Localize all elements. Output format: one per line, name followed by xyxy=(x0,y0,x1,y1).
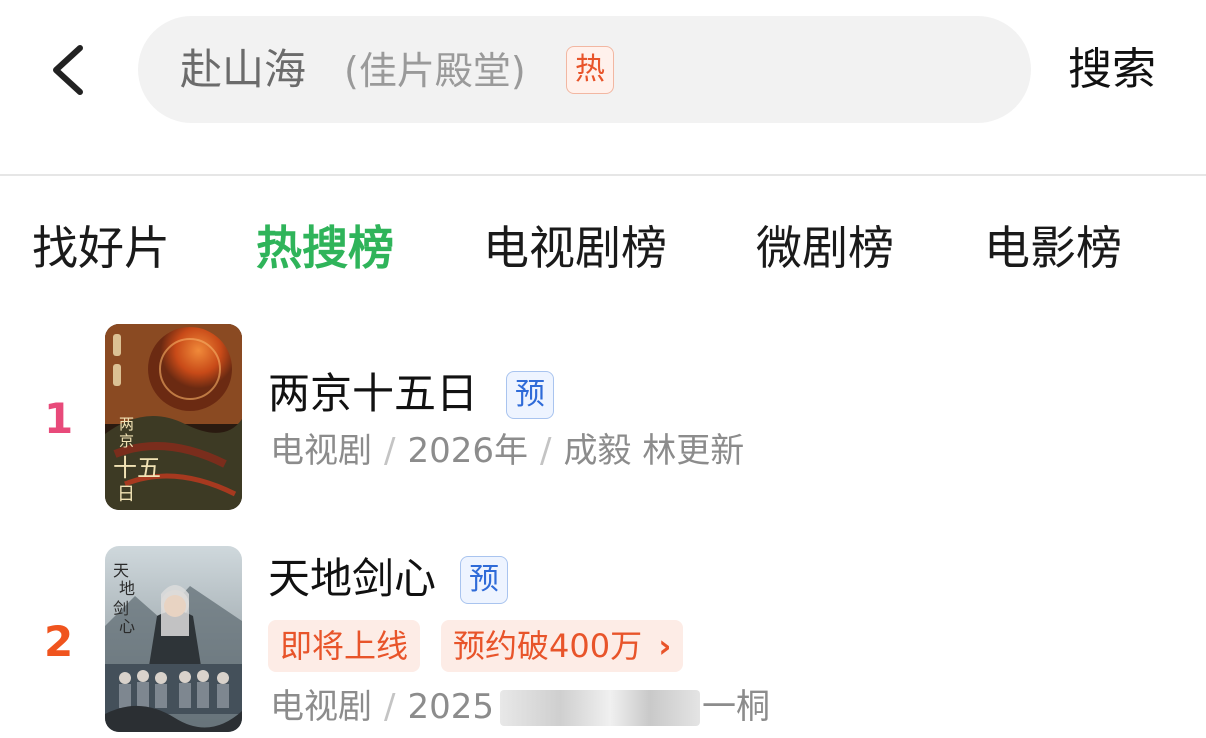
svg-text:天: 天 xyxy=(113,561,129,580)
reservation-count-label: 预约破400万 xyxy=(453,627,643,665)
meta-cast: 成毅 林更新 xyxy=(563,431,745,471)
svg-text:地: 地 xyxy=(119,579,135,598)
tab-movie[interactable]: 电影榜 xyxy=(984,218,1122,278)
preorder-badge: 预 xyxy=(460,556,508,604)
meta-separator: / xyxy=(384,687,396,727)
reservation-count-tag[interactable]: 预约破400万 › xyxy=(441,620,684,672)
svg-text:剑: 剑 xyxy=(113,599,129,618)
chevron-right-icon: › xyxy=(658,627,672,665)
poster-art: 两 京 十五 日 xyxy=(105,324,242,510)
meta-separator: / xyxy=(540,431,552,471)
tab-find-good[interactable]: 找好片 xyxy=(32,218,170,278)
svg-text:日: 日 xyxy=(117,484,135,505)
meta-genre: 电视剧 xyxy=(270,687,372,727)
meta-genre: 电视剧 xyxy=(270,431,372,471)
item-meta: 电视剧 / 2025 xyxy=(270,684,494,730)
back-button[interactable] xyxy=(40,40,100,100)
item-title[interactable]: 天地剑心 xyxy=(268,551,436,607)
hot-badge: 热 xyxy=(566,46,614,94)
poster-image[interactable]: 两 京 十五 日 xyxy=(105,324,242,510)
search-button[interactable]: 搜索 xyxy=(1068,40,1156,100)
item-meta: 电视剧 / 2026年 / 成毅 林更新 xyxy=(270,428,744,474)
search-query-subtitle: (佳片殿堂) xyxy=(344,49,526,93)
search-input[interactable]: 赴山海 (佳片殿堂) 热 xyxy=(138,16,1031,123)
svg-text:京: 京 xyxy=(119,432,134,450)
rank-number: 1 xyxy=(44,394,74,443)
tab-hot-search[interactable]: 热搜榜 xyxy=(256,218,394,278)
tab-micro-drama[interactable]: 微剧榜 xyxy=(756,218,894,278)
svg-text:十五: 十五 xyxy=(113,454,161,482)
tab-tv-drama[interactable]: 电视剧榜 xyxy=(483,218,667,278)
poster-title-text: 两 xyxy=(119,415,134,433)
search-query: 赴山海 xyxy=(180,45,307,94)
meta-year: 2025 xyxy=(407,687,494,727)
svg-text:心: 心 xyxy=(119,617,135,636)
poster-art: 天 地 剑 心 xyxy=(105,546,242,732)
rank-number: 2 xyxy=(44,617,74,666)
chevron-left-icon xyxy=(53,45,83,95)
meta-year: 2026年 xyxy=(407,431,528,471)
preorder-badge: 预 xyxy=(506,371,554,419)
poster-image[interactable]: 天 地 剑 心 xyxy=(105,546,242,732)
divider xyxy=(0,174,1206,176)
item-title[interactable]: 两京十五日 xyxy=(268,366,478,422)
coming-soon-tag: 即将上线 xyxy=(268,620,421,672)
meta-separator: / xyxy=(384,431,396,471)
meta-cast: 一桐 xyxy=(702,687,770,727)
obscured-text xyxy=(500,690,700,726)
top-bar: 赴山海 (佳片殿堂) 热 搜索 xyxy=(0,0,1206,176)
